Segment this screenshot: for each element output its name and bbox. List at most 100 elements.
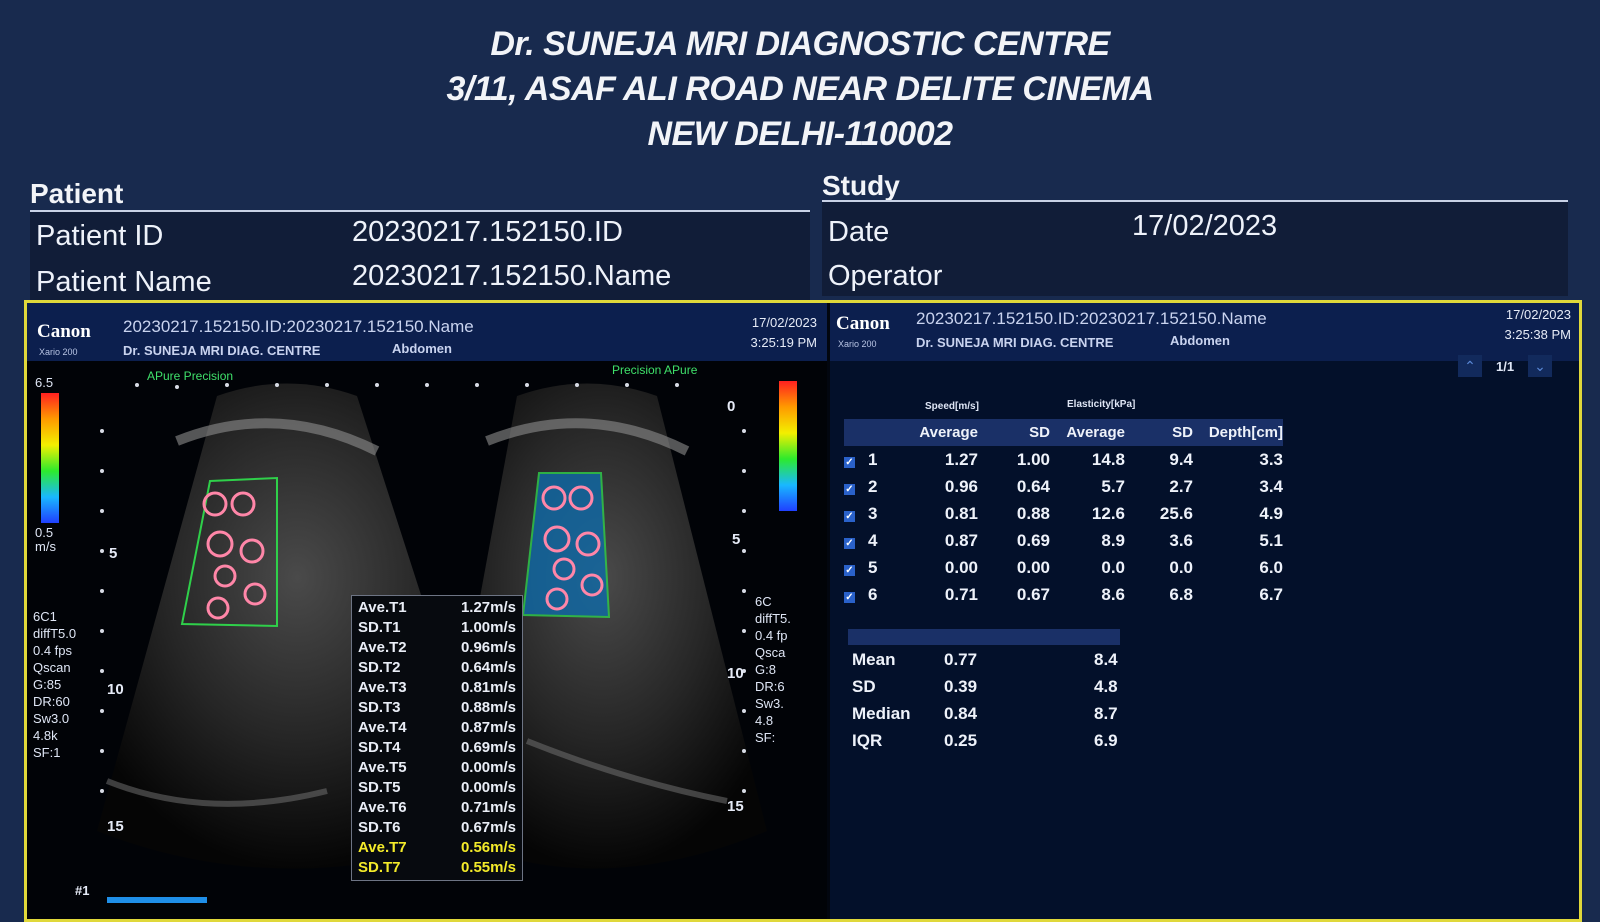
cine-progress-bar[interactable]	[107, 897, 207, 903]
left-parameter-list: 6C1 diffT5.0 0.4 fps Qscan G:85 DR:60 Sw3.0 4.8…	[33, 608, 103, 761]
elasticity-group-heading: Elasticity[kPa]	[1067, 399, 1136, 410]
row-number: 2	[868, 476, 878, 496]
results-header-row: Average SD Average SD Depth[cm]	[844, 419, 1283, 446]
measurement-row: SD.T2 0.64m/s	[352, 658, 522, 678]
cell-depth: 6.7	[1259, 584, 1283, 604]
stat-row: Median 0.84 8.7	[848, 701, 1120, 728]
measurement-label: SD.T1	[358, 619, 401, 636]
left-centre-name: Dr. SUNEJA MRI DIAG. CENTRE	[123, 343, 321, 358]
row-number: 3	[868, 503, 878, 523]
measurement-row: Ave.T6 0.71m/s	[352, 798, 522, 818]
measurement-row: Ave.T2 0.96m/s	[352, 638, 522, 658]
measurement-label: Ave.T2	[358, 639, 407, 656]
patient-id-label: Patient ID	[36, 220, 164, 252]
chevron-up-icon: ⌃	[1464, 358, 1476, 374]
measurement-label: Ave.T6	[358, 799, 407, 816]
stat-row: SD 0.39 4.8	[848, 674, 1120, 701]
depth-right-10: 10	[727, 665, 744, 682]
checkbox-icon[interactable]: ✓	[844, 483, 855, 495]
page-up-button[interactable]: ⌃	[1458, 355, 1482, 377]
header-line-2: 3/11, ASAF ALI ROAD NEAR DELITE CINEMA	[446, 70, 1154, 108]
measurement-row: SD.T6 0.67m/s	[352, 818, 522, 838]
result-row[interactable]: ✓ 2 0.96 0.64 5.7 2.7 3.4	[844, 473, 1283, 500]
checkbox-icon[interactable]: ✓	[844, 591, 855, 603]
left-date: 17/02/2023	[751, 315, 817, 330]
study-date-value: 17/02/2023	[1132, 210, 1278, 242]
measurement-row: Ave.T5 0.00m/s	[352, 758, 522, 778]
left-info-bar: Canon Xario 200 20230217.152150.ID:20230…	[27, 303, 827, 361]
page-down-button[interactable]: ⌄	[1528, 355, 1552, 377]
measurement-row: Ave.T7 0.56m/s	[352, 838, 522, 858]
result-row[interactable]: ✓ 1 1.27 1.00 14.8 9.4 3.3	[844, 446, 1283, 473]
measurement-value: 0.96m/s	[460, 639, 516, 656]
cell-el-avg: 0.0	[1101, 557, 1125, 577]
roi-measurements-list: Ave.T1 1.27m/s SD.T1 1.00m/s Ave.T2 0.96m/s SD…	[351, 595, 523, 881]
row-number: 6	[868, 584, 878, 604]
scan-parameter: G:85	[33, 677, 62, 692]
measurement-row: Ave.T3 0.81m/s	[352, 678, 522, 698]
header-line-1: Dr. SUNEJA MRI DIAGNOSTIC CENTRE	[490, 25, 1110, 63]
scan-parameter: diffT5.	[755, 611, 791, 626]
cell-depth: 3.3	[1259, 449, 1283, 469]
checkbox-icon[interactable]: ✓	[844, 564, 855, 576]
cell-speed-sd: 0.64	[1016, 476, 1050, 496]
checkbox-icon[interactable]: ✓	[844, 510, 855, 522]
row-number: 5	[868, 557, 878, 577]
measurement-row: SD.T7 0.55m/s	[352, 858, 522, 878]
cell-el-sd: 6.8	[1169, 584, 1193, 604]
right-model-name: Xario 200	[838, 339, 877, 349]
col-elasticity-sd: SD	[1172, 424, 1193, 441]
left-organ: Abdomen	[392, 341, 452, 356]
cell-depth: 4.9	[1259, 503, 1283, 523]
cell-depth: 6.0	[1259, 557, 1283, 577]
stat-elasticity: 4.8	[1094, 677, 1118, 696]
scale-top-value: 6.5	[35, 375, 54, 390]
row-number: 1	[868, 449, 878, 469]
patient-name-value: 20230217.152150.Name	[352, 260, 672, 292]
result-row[interactable]: ✓ 6 0.71 0.67 8.6 6.8 6.7	[844, 581, 1283, 608]
frame-number: #1	[75, 883, 90, 898]
scale-unit: m/s	[35, 539, 56, 554]
scan-parameter: 6C1	[33, 609, 57, 624]
checkbox-icon[interactable]: ✓	[844, 537, 855, 549]
measurement-value: 0.64m/s	[460, 659, 516, 676]
measurement-row: SD.T5 0.00m/s	[352, 778, 522, 798]
stats-header-bar	[848, 629, 1120, 645]
depth-left-5: 5	[109, 545, 118, 562]
cell-speed-avg: 0.96	[944, 476, 978, 496]
chevron-down-icon: ⌄	[1534, 358, 1546, 374]
cell-el-avg: 14.8	[1091, 449, 1125, 469]
checkbox-icon[interactable]: ✓	[844, 456, 855, 468]
cell-el-sd: 9.4	[1169, 449, 1193, 469]
cell-speed-avg: 0.87	[944, 530, 978, 550]
left-velocity-colorbar	[41, 393, 59, 523]
stat-speed: 0.25	[944, 731, 978, 750]
cell-el-avg: 12.6	[1091, 503, 1125, 523]
result-row[interactable]: ✓ 3 0.81 0.88 12.6 25.6 4.9	[844, 500, 1283, 527]
scan-parameter: Qscan	[33, 660, 71, 675]
measurement-value: 0.00m/s	[460, 759, 516, 776]
depth-right-15: 15	[727, 798, 744, 815]
result-row[interactable]: ✓ 4 0.87 0.69 8.9 3.6 5.1	[844, 527, 1283, 554]
centre-header: Dr. SUNEJA MRI DIAGNOSTIC CENTRE 3/11, A…	[0, 22, 1600, 157]
col-depth: Depth[cm]	[1208, 424, 1283, 441]
right-parameter-list: 6C diffT5. 0.4 fp Qsca G:8 DR:6 Sw3. 4.8 SF:	[755, 593, 821, 746]
stat-row: IQR 0.25 6.9	[848, 728, 1120, 755]
stat-label: Median	[852, 704, 911, 723]
scan-parameter: 4.8k	[33, 728, 58, 743]
measurement-value: 0.67m/s	[460, 819, 516, 836]
cell-speed-sd: 1.00	[1016, 449, 1050, 469]
result-row[interactable]: ✓ 5 0.00 0.00 0.0 0.0 6.0	[844, 554, 1283, 581]
left-id-line: 20230217.152150.ID:20230217.152150.Name	[123, 317, 474, 336]
right-centre-name: Dr. SUNEJA MRI DIAG. CENTRE	[916, 335, 1114, 350]
speed-group-heading: Speed[m/s]	[925, 401, 979, 412]
right-organ: Abdomen	[1170, 333, 1230, 348]
measurement-value: 0.81m/s	[460, 679, 516, 696]
measurement-label: Ave.T7	[358, 839, 407, 856]
patient-name-label: Patient Name	[36, 266, 212, 298]
measurement-value: 0.56m/s	[460, 839, 516, 856]
scan-parameter: 6C	[755, 594, 772, 609]
left-brand-logo: Canon	[37, 321, 91, 342]
measurement-label: SD.T6	[358, 819, 401, 836]
measurement-label: SD.T7	[358, 859, 401, 876]
